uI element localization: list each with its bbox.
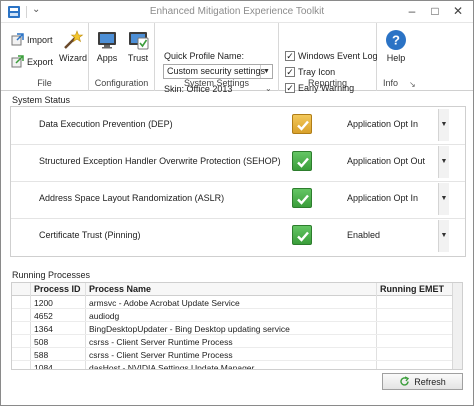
- process-name-cell: csrss - Client Server Runtime Process: [89, 350, 233, 360]
- status-check-icon: [292, 225, 312, 245]
- status-label: Address Space Layout Randomization (ASLR…: [39, 193, 225, 203]
- status-dropdown-arrow-icon[interactable]: ▼: [438, 220, 449, 252]
- group-label-file: File: [37, 78, 52, 88]
- status-check-icon: [292, 188, 312, 208]
- process-name-cell: audiodg: [89, 311, 120, 321]
- process-name-cell: armsvc - Adobe Acrobat Update Service: [89, 298, 240, 308]
- row-divider: [11, 144, 465, 145]
- status-value: Application Opt Out: [347, 156, 426, 166]
- status-label: Certificate Trust (Pinning): [39, 230, 141, 240]
- status-value: Enabled: [347, 230, 381, 240]
- process-id-cell: 1084: [34, 363, 53, 370]
- early-warning-checkbox[interactable]: ✓ Early Warning: [285, 83, 354, 93]
- import-button[interactable]: Import: [11, 33, 53, 46]
- process-id-cell: 588: [34, 350, 49, 360]
- process-grid-header: Process ID Process Name Running EMET: [12, 283, 462, 296]
- export-label: Export: [27, 56, 54, 67]
- export-icon: [11, 55, 24, 68]
- emet-window: ⌄ Enhanced Mitigation Experience Toolkit…: [0, 0, 474, 406]
- trust-button[interactable]: Trust: [127, 29, 149, 63]
- quick-profile-value: Custom security settings: [167, 66, 266, 76]
- process-id-cell: 4652: [34, 311, 53, 321]
- column-header-running-emet[interactable]: Running EMET: [380, 284, 444, 294]
- process-id-cell: 1200: [34, 298, 53, 308]
- tray-icon-label: Tray Icon: [298, 67, 336, 77]
- svg-text:?: ?: [392, 33, 400, 48]
- status-row: Structured Exception Handler Overwrite P…: [11, 145, 465, 179]
- quick-profile-label: Quick Profile Name:: [164, 51, 245, 61]
- apps-button[interactable]: Apps: [96, 29, 118, 63]
- process-name-cell: dasHost - NVIDIA Settings Update Manager: [89, 363, 255, 370]
- status-label: Data Execution Prevention (DEP): [39, 119, 173, 129]
- dialog-launcher-icon[interactable]: ↘: [409, 80, 416, 89]
- table-row[interactable]: 4652 audiodg: [12, 310, 462, 322]
- wizard-button[interactable]: Wizard: [59, 29, 87, 63]
- help-icon: ?: [386, 30, 406, 50]
- help-label: Help: [386, 53, 406, 63]
- running-processes-title: Running Processes: [12, 270, 91, 280]
- column-header-process-id[interactable]: Process ID: [34, 284, 81, 294]
- ribbon: Import Export Wizard File Apps Trust Con…: [1, 23, 473, 94]
- process-id-cell: 1364: [34, 324, 53, 334]
- process-name-cell: BingDesktopUpdater - Bing Desktop updati…: [89, 324, 290, 334]
- tray-icon-checkbox[interactable]: ✓ Tray Icon: [285, 67, 335, 77]
- status-dropdown-arrow-icon[interactable]: ▼: [438, 183, 449, 215]
- wizard-icon: [64, 30, 84, 49]
- trust-label: Trust: [127, 53, 149, 63]
- status-dropdown-arrow-icon[interactable]: ▼: [438, 109, 449, 141]
- import-label: Import: [27, 34, 53, 45]
- early-warning-label: Early Warning: [298, 83, 355, 93]
- quick-profile-dropdown[interactable]: Custom security settings ▼: [163, 64, 273, 79]
- table-row[interactable]: 1200 armsvc - Adobe Acrobat Update Servic…: [12, 297, 462, 309]
- refresh-icon: [400, 376, 410, 386]
- wizard-label: Wizard: [59, 53, 88, 63]
- vertical-scrollbar[interactable]: [452, 283, 462, 369]
- process-grid: Process ID Process Name Running EMET 120…: [11, 282, 463, 370]
- status-label: Structured Exception Handler Overwrite P…: [39, 156, 281, 166]
- checkbox-checked-icon: ✓: [285, 83, 295, 93]
- apps-icon: [98, 32, 116, 49]
- system-status-title: System Status: [12, 95, 71, 105]
- process-id-cell: 508: [34, 337, 49, 347]
- export-button[interactable]: Export: [11, 55, 53, 68]
- table-row[interactable]: 1084 dasHost - NVIDIA Settings Update Man…: [12, 362, 462, 370]
- status-value: Application Opt In: [347, 119, 419, 129]
- minimize-button[interactable]: –: [405, 4, 419, 18]
- refresh-button[interactable]: Refresh: [382, 373, 463, 390]
- checkbox-checked-icon: ✓: [285, 51, 295, 61]
- process-name-cell: csrss - Client Server Runtime Process: [89, 337, 233, 347]
- status-check-icon: [292, 151, 312, 171]
- checkbox-checked-icon: ✓: [285, 67, 295, 77]
- row-divider: [11, 181, 465, 182]
- title-bar: ⌄ Enhanced Mitigation Experience Toolkit…: [1, 1, 473, 23]
- maximize-button[interactable]: □: [428, 4, 442, 18]
- group-label-configuration: Configuration: [94, 78, 149, 88]
- refresh-label: Refresh: [414, 376, 446, 387]
- row-divider: [11, 218, 465, 219]
- ribbon-group-configuration: Apps Trust Configuration: [89, 23, 155, 91]
- status-dropdown-arrow-icon[interactable]: ▼: [438, 146, 449, 178]
- ribbon-group-file: Import Export Wizard File: [1, 23, 89, 91]
- status-row: Address Space Layout Randomization (ASLR…: [11, 182, 465, 216]
- status-value: Application Opt In: [347, 193, 419, 203]
- table-row[interactable]: 588 csrss - Client Server Runtime Process: [12, 349, 462, 361]
- status-row: Data Execution Prevention (DEP) Applicati…: [11, 108, 465, 142]
- table-row[interactable]: 1364 BingDesktopUpdater - Bing Desktop up…: [12, 323, 462, 335]
- skin-selector[interactable]: Skin: Office 2013: [164, 84, 232, 94]
- skin-chevron-icon[interactable]: ⌄: [265, 84, 272, 93]
- import-icon: [11, 33, 24, 46]
- window-title: Enhanced Mitigation Experience Toolkit: [149, 6, 325, 17]
- trust-icon: [129, 32, 149, 50]
- close-button[interactable]: ✕: [451, 4, 465, 18]
- windows-event-log-label: Windows Event Log: [298, 51, 378, 61]
- system-status-panel: Data Execution Prevention (DEP) Applicati…: [10, 106, 466, 257]
- chevron-down-icon: ▼: [260, 65, 272, 78]
- windows-event-log-checkbox[interactable]: ✓ Windows Event Log: [285, 51, 378, 61]
- status-check-icon: [292, 114, 312, 134]
- column-header-process-name[interactable]: Process Name: [89, 284, 151, 294]
- help-button[interactable]: ? Help: [385, 29, 407, 63]
- apps-label: Apps: [96, 53, 118, 63]
- status-row: Certificate Trust (Pinning) Enabled ▼: [11, 219, 465, 253]
- table-row[interactable]: 508 csrss - Client Server Runtime Process: [12, 336, 462, 348]
